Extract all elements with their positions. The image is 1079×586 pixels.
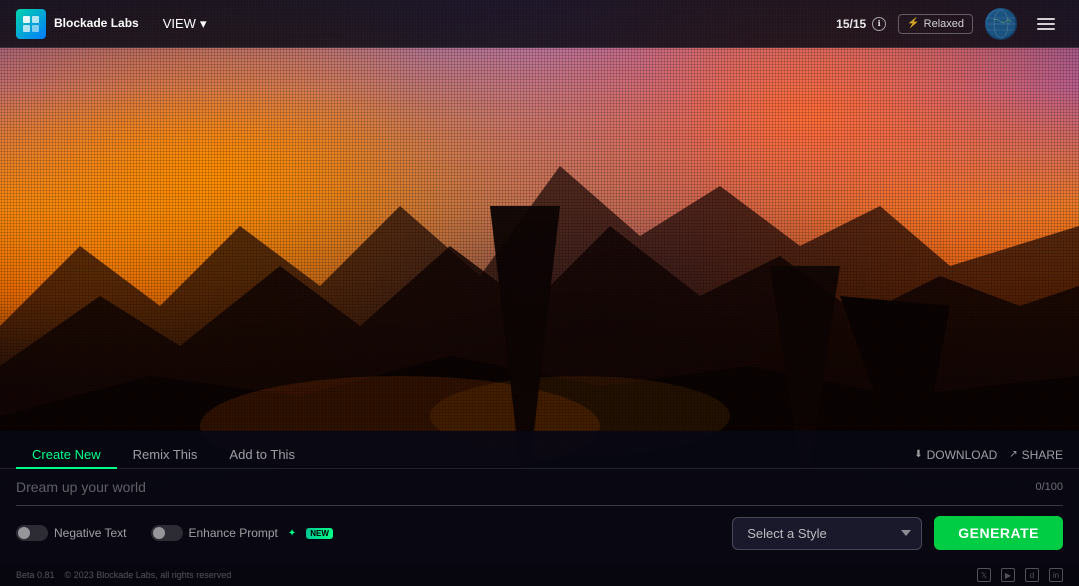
tab-add-to-this[interactable]: Add to This <box>213 441 311 468</box>
logo-text: Blockade Labs <box>54 16 139 30</box>
share-icon: ↗ <box>1009 449 1017 460</box>
logo: Blockade Labs <box>16 9 139 39</box>
credits-count: 15/15 <box>836 17 866 31</box>
view-button[interactable]: VIEW ▾ <box>155 12 215 36</box>
menu-line-3 <box>1037 28 1055 30</box>
tab-create-new[interactable]: Create New <box>16 441 117 468</box>
sparkle-icon: ✦ <box>288 528 296 539</box>
footer: Beta 0.81 © 2023 Blockade Labs, all righ… <box>0 564 1079 586</box>
relaxed-badge: Relaxed <box>898 14 973 34</box>
menu-line-1 <box>1037 18 1055 20</box>
prompt-input[interactable] <box>16 479 1023 495</box>
negative-text-toggle[interactable] <box>16 525 48 541</box>
download-button[interactable]: ⬇ DOWNLOAD <box>914 448 997 462</box>
credits-badge: 15/15 ℹ <box>836 17 886 31</box>
enhance-prompt-label: Enhance Prompt <box>189 526 278 540</box>
globe-button[interactable] <box>985 8 1017 40</box>
nav-right: 15/15 ℹ Relaxed <box>836 8 1063 40</box>
top-nav: Blockade Labs VIEW ▾ 15/15 ℹ Relaxed <box>0 0 1079 48</box>
enhance-prompt-group: Enhance Prompt ✦ NEW <box>151 525 333 541</box>
youtube-icon[interactable]: ▶ <box>1001 568 1015 582</box>
footer-version: Beta 0.81 © 2023 Blockade Labs, all righ… <box>16 570 231 580</box>
negative-text-group: Negative Text <box>16 525 127 541</box>
mountain-silhouettes <box>0 146 1079 466</box>
chevron-down-icon: ▾ <box>200 16 207 32</box>
new-badge: NEW <box>306 528 333 539</box>
nav-left: Blockade Labs VIEW ▾ <box>16 9 214 39</box>
style-select[interactable]: Select a Style Anime Cartoon Cinematic D… <box>732 517 922 550</box>
share-button[interactable]: ↗ SHARE <box>1009 448 1063 462</box>
menu-button[interactable] <box>1029 14 1063 34</box>
char-count: 0/100 <box>1035 481 1063 493</box>
footer-social: 𝕏 ▶ d in <box>977 568 1063 582</box>
generate-button[interactable]: GENERATE <box>934 516 1063 550</box>
bottom-panel: Create New Remix This Add to This ⬇ DOWN… <box>0 431 1079 564</box>
discord-icon[interactable]: d <box>1025 568 1039 582</box>
download-icon: ⬇ <box>914 449 922 460</box>
info-icon: ℹ <box>872 17 886 31</box>
controls-right: Select a Style Anime Cartoon Cinematic D… <box>732 516 1063 550</box>
tabs-row: Create New Remix This Add to This ⬇ DOWN… <box>0 431 1079 468</box>
app-container: Blockade Labs VIEW ▾ 15/15 ℹ Relaxed <box>0 0 1079 586</box>
enhance-prompt-toggle[interactable] <box>151 525 183 541</box>
logo-icon <box>16 9 46 39</box>
twitter-icon[interactable]: 𝕏 <box>977 568 991 582</box>
negative-text-label: Negative Text <box>54 526 127 540</box>
options-row: Negative Text Enhance Prompt ✦ NEW Selec… <box>0 506 1079 564</box>
tab-remix-this[interactable]: Remix This <box>117 441 214 468</box>
linkedin-icon[interactable]: in <box>1049 568 1063 582</box>
tab-actions-right: ⬇ DOWNLOAD ↗ SHARE <box>914 448 1063 462</box>
menu-line-2 <box>1037 23 1055 25</box>
prompt-row: 0/100 <box>0 469 1079 505</box>
